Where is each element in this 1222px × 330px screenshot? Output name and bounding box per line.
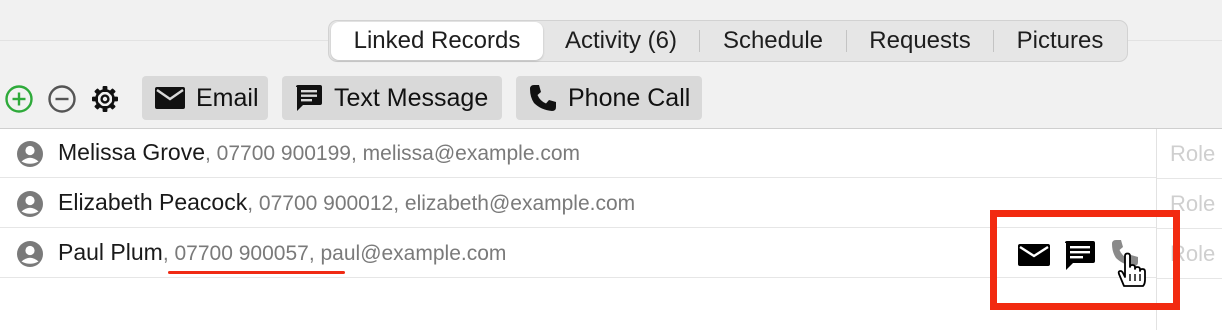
toolbar: Email Text Message Phone Call: [0, 76, 1222, 120]
highlight-annotation-box: [990, 210, 1180, 310]
text-message-button-label: Text Message: [334, 83, 489, 112]
email-button-label: Email: [196, 83, 259, 112]
contact-phone: 07700 900057: [174, 242, 309, 265]
contact-name: Elizabeth Peacock: [58, 189, 248, 215]
tab-bar: Linked Records Activity (6) Schedule Req…: [328, 20, 1128, 62]
contact-email: melissa@example.com: [362, 142, 581, 165]
envelope-icon: [155, 87, 185, 109]
gear-icon[interactable]: [90, 84, 120, 114]
person-icon: [17, 141, 43, 167]
phone-call-button-label: Phone Call: [568, 83, 691, 112]
tab-activity[interactable]: Activity (6): [543, 22, 699, 60]
contact-row[interactable]: Elizabeth Peacock, 07700 900012, elizabe…: [0, 179, 1156, 228]
plus-circle-icon[interactable]: [4, 84, 34, 114]
contact-name: Paul Plum: [58, 239, 163, 265]
row-divider: [1157, 178, 1222, 179]
contact-line: Melissa Grove, 07700 900199, melissa@exa…: [58, 139, 581, 165]
text-message-button[interactable]: Text Message: [282, 76, 502, 120]
contact-email: elizabeth@example.com: [404, 192, 636, 215]
message-icon: [296, 85, 322, 111]
minus-circle-icon[interactable]: [47, 84, 77, 114]
contact-email: paul@example.com: [320, 242, 507, 265]
tab-schedule[interactable]: Schedule: [700, 22, 846, 60]
tab-requests[interactable]: Requests: [847, 22, 993, 60]
email-button[interactable]: Email: [142, 76, 268, 120]
contact-phone: 07700 900012: [258, 192, 394, 215]
contact-row[interactable]: Melissa Grove, 07700 900199, melissa@exa…: [0, 129, 1156, 178]
contact-name: Melissa Grove: [58, 139, 205, 165]
tab-linked-records[interactable]: Linked Records: [331, 22, 543, 60]
phone-call-button[interactable]: Phone Call: [516, 76, 702, 120]
tab-pictures[interactable]: Pictures: [994, 22, 1126, 60]
phone-underline-annotation: [168, 271, 345, 274]
person-icon: [17, 191, 43, 217]
person-icon: [17, 241, 43, 267]
contact-line: Elizabeth Peacock, 07700 900012, elizabe…: [58, 189, 636, 215]
tab-label: Pictures: [1016, 27, 1104, 54]
role-cell: Role: [1170, 141, 1216, 166]
contact-phone: 07700 900199: [216, 142, 351, 165]
contact-line: Paul Plum, 07700 900057, paul@example.co…: [58, 239, 507, 265]
phone-icon: [530, 85, 556, 111]
tab-label: Requests: [869, 27, 971, 54]
tab-label: Linked Records: [353, 27, 521, 54]
tab-label: Schedule: [722, 27, 824, 54]
tab-label: Activity (6): [564, 27, 677, 54]
